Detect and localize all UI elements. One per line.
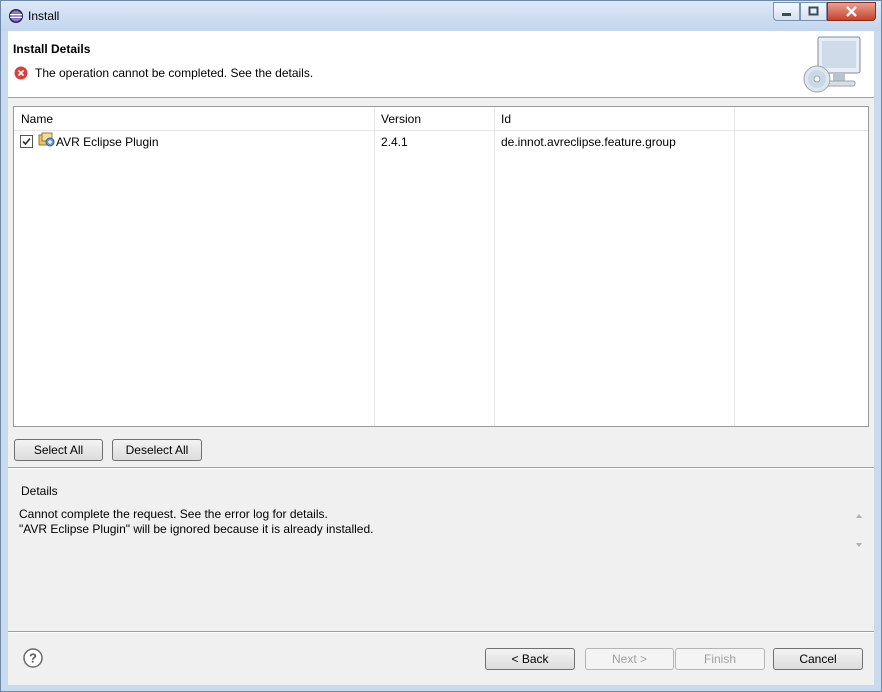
feature-version: 2.4.1 (381, 135, 408, 149)
finish-button[interactable]: Finish (675, 648, 765, 670)
scroll-down-arrow-icon[interactable] (855, 541, 863, 549)
select-all-button[interactable]: Select All (14, 439, 103, 461)
close-icon (846, 6, 857, 17)
column-separator (494, 107, 495, 426)
deselect-all-button[interactable]: Deselect All (112, 439, 202, 461)
feature-id: de.innot.avreclipse.feature.group (501, 135, 676, 149)
divider (8, 631, 874, 633)
maximize-button[interactable] (800, 2, 827, 21)
divider (8, 467, 874, 469)
feature-name: AVR Eclipse Plugin (56, 135, 159, 149)
window-title: Install (28, 9, 60, 23)
column-header-name[interactable]: Name (21, 112, 53, 126)
scroll-up-arrow-icon[interactable] (855, 512, 863, 520)
maximize-icon (808, 6, 819, 16)
details-text-area[interactable]: Cannot complete the request. See the err… (13, 502, 869, 576)
details-line: Cannot complete the request. See the err… (19, 507, 328, 521)
next-button[interactable]: Next > (585, 648, 674, 670)
install-window: Install Install Details The operation ca… (0, 0, 882, 692)
row-checkbox[interactable] (20, 135, 33, 148)
minimize-icon (782, 13, 791, 16)
details-line: "AVR Eclipse Plugin" will be ignored bec… (19, 522, 374, 536)
back-button[interactable]: < Back (485, 648, 575, 670)
table-row[interactable]: AVR Eclipse Plugin 2.4.1 de.innot.avrecl… (14, 131, 868, 151)
install-items-table[interactable]: Name Version Id AVR Eclipse Plugin 2.4.1 (13, 106, 869, 427)
column-header-id[interactable]: Id (501, 112, 511, 126)
install-computer-icon (803, 36, 861, 93)
column-separator (734, 107, 735, 426)
eclipse-icon (9, 9, 23, 23)
error-icon (14, 66, 28, 80)
checkmark-icon (22, 137, 31, 146)
error-message: The operation cannot be completed. See t… (35, 66, 314, 80)
page-title: Install Details (13, 42, 91, 56)
feature-plugin-icon (38, 132, 55, 147)
table-header: Name Version Id (14, 107, 868, 131)
dialog-client-area: Install Details The operation cannot be … (8, 31, 874, 685)
svg-text:?: ? (29, 651, 37, 666)
minimize-button[interactable] (773, 2, 800, 21)
column-header-version[interactable]: Version (381, 112, 421, 126)
help-icon[interactable]: ? (23, 648, 43, 668)
title-bar[interactable]: Install (1, 1, 881, 31)
cancel-button[interactable]: Cancel (773, 648, 863, 670)
details-label: Details (21, 484, 58, 498)
wizard-header: Install Details The operation cannot be … (8, 31, 874, 98)
column-separator (374, 107, 375, 426)
close-button[interactable] (827, 2, 876, 21)
